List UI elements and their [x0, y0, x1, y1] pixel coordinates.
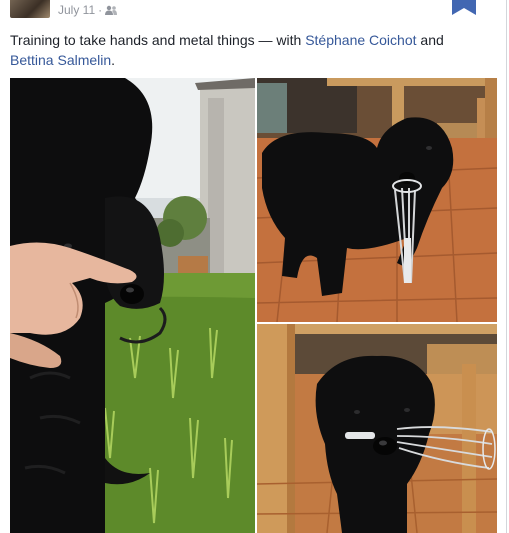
photo-puppy-whisk[interactable]: [257, 78, 497, 322]
caption-end: .: [111, 52, 116, 68]
post-date[interactable]: July 11: [58, 3, 95, 17]
post-header: July 11 ·: [0, 0, 507, 22]
caption-connector: and: [416, 32, 444, 48]
photo-puppy-grass[interactable]: [10, 78, 255, 533]
tagged-user-link-2[interactable]: Bettina Salmelin: [10, 52, 111, 68]
photo-puppy-closeup[interactable]: [257, 324, 497, 533]
tagged-user-link[interactable]: Stéphane Coichot: [305, 32, 416, 48]
friends-icon[interactable]: [105, 5, 118, 15]
profile-avatar[interactable]: [10, 0, 50, 18]
post-meta: July 11 ·: [58, 3, 118, 17]
meta-separator: ·: [98, 3, 103, 17]
caption-text: Training to take hands and metal things …: [10, 32, 306, 48]
feed-post: July 11 · Training to take hands and meta…: [0, 0, 507, 533]
bookmark-icon[interactable]: [452, 0, 476, 15]
post-caption: Training to take hands and metal things …: [10, 30, 490, 70]
